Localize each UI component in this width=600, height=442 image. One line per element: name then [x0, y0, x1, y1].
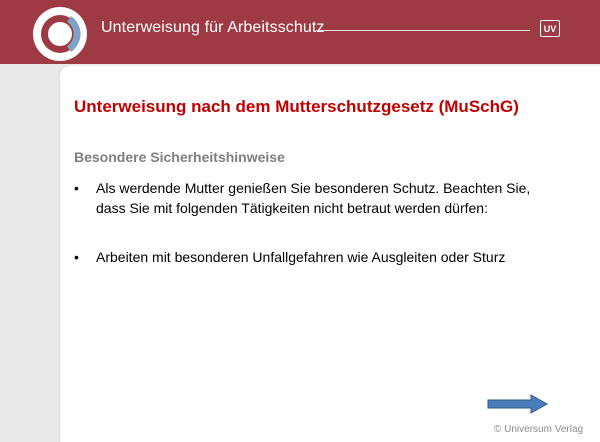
bullet-marker: • [74, 180, 79, 196]
slide-title: Unterweisung nach dem Mutterschutzgesetz… [74, 97, 519, 116]
list-item: • Als werdende Mutter genießen Sie beson… [74, 178, 584, 218]
header-divider [316, 30, 530, 31]
bullet-marker: • [74, 249, 79, 265]
uv-badge-icon: UV [540, 20, 560, 37]
list-item: • Arbeiten mit besonderen Unfallgefahren… [74, 247, 584, 267]
copyright-notice: © Universum Verlag [494, 424, 584, 435]
section-heading: Besondere Sicherheitshinweise [74, 149, 285, 165]
list-item-text: Arbeiten mit besonderen Unfallgefahren w… [96, 249, 506, 265]
arrow-right-icon[interactable] [487, 394, 549, 414]
app-title: Unterweisung für Arbeitsschutz [101, 19, 325, 36]
list-item-text: Als werdende Mutter genießen Sie besonde… [96, 180, 531, 216]
slide-viewer: Unterweisung für Arbeitsschutz UV Unterw… [0, 0, 600, 442]
ring-logo-icon [33, 7, 87, 61]
